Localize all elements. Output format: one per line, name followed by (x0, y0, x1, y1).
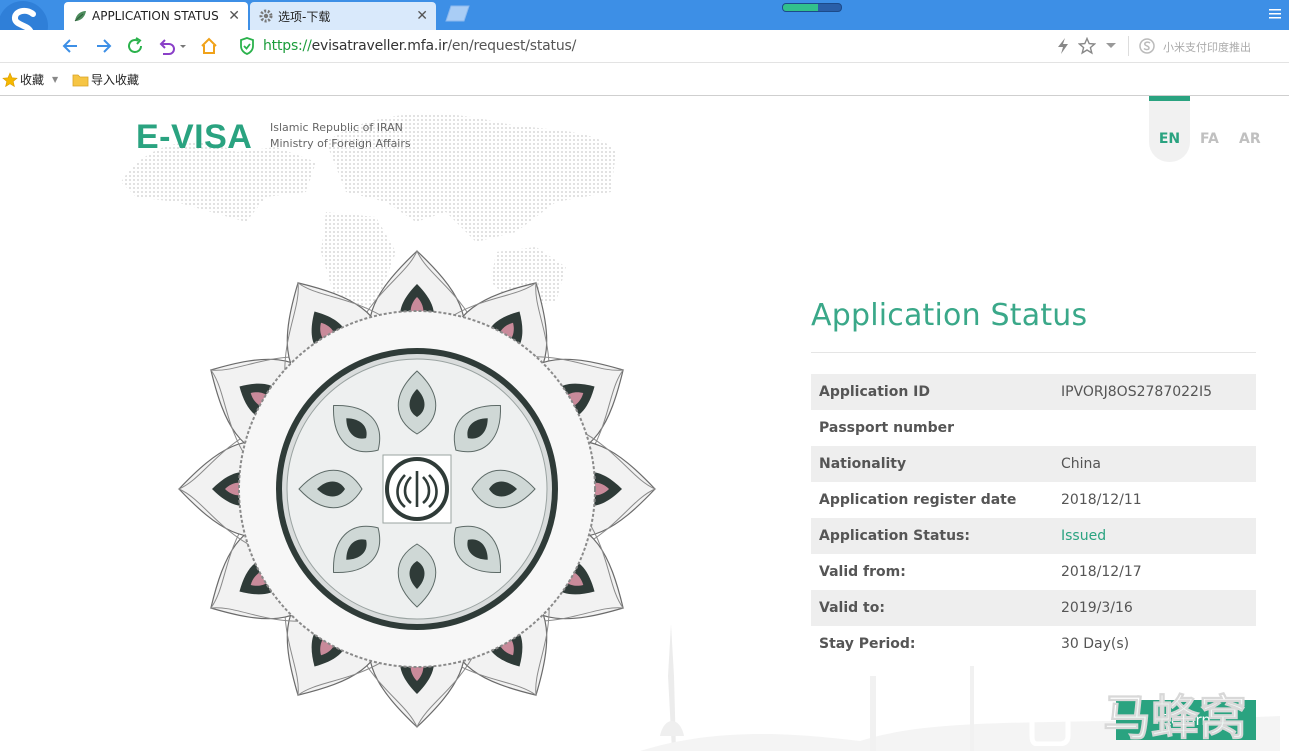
table-row: Passport number (811, 410, 1256, 446)
row-label: Application register date (819, 492, 1017, 508)
lang-fa[interactable]: FA (1200, 131, 1219, 147)
row-label: Valid from: (819, 564, 906, 580)
undo-close-tab-icon[interactable] (157, 36, 187, 56)
back-icon[interactable] (61, 36, 81, 56)
row-label: Valid to: (819, 600, 885, 616)
table-row: Nationality China (811, 446, 1256, 482)
table-row: Application register date 2018/12/11 (811, 482, 1256, 518)
star-bookmark-icon[interactable] (1078, 37, 1096, 55)
loading-indicator (782, 3, 842, 12)
svg-text:马蜂窝: 马蜂窝 (1103, 690, 1247, 746)
watermark-logo: 马蜂窝 (1029, 685, 1247, 746)
row-label: Passport number (819, 420, 955, 436)
bookmarks-bar: 收藏 ▼ 导入收藏 (0, 63, 1289, 96)
leaf-favicon-icon (74, 11, 86, 22)
bookmark-import[interactable]: 导入收藏 (72, 71, 139, 88)
row-label: Application Status: (819, 528, 970, 544)
table-row: Application ID IPVORJ8OS2787022I5 (811, 374, 1256, 410)
persian-medallion-ornament (178, 249, 656, 728)
row-value: 2018/12/11 (1061, 492, 1142, 508)
address-bar: https://evisatraveller.mfa.ir/en/request… (0, 30, 1289, 63)
close-tab-icon[interactable]: ✕ (416, 8, 428, 24)
row-label: Application ID (819, 384, 931, 400)
status-badge: Issued (1061, 528, 1107, 544)
url-text[interactable]: https://evisatraveller.mfa.ir/en/request… (263, 38, 576, 54)
row-value: 2019/3/16 (1061, 600, 1133, 616)
row-value: 2018/12/17 (1061, 564, 1142, 580)
evisa-logo[interactable]: E-VISA (136, 118, 252, 157)
row-value: China (1061, 456, 1101, 472)
refresh-icon[interactable] (125, 36, 145, 56)
row-value: IPVORJ8OS2787022I5 (1061, 384, 1212, 400)
tab-application-status[interactable]: APPLICATION STATUS ✕ (64, 2, 248, 30)
tab-label: 选项-下载 (278, 9, 331, 24)
bookmark-favorites[interactable]: 收藏 ▼ (2, 71, 58, 88)
divider (811, 352, 1256, 353)
chevron-down-icon[interactable] (1105, 42, 1117, 50)
table-row: Valid from: 2018/12/17 (811, 554, 1256, 590)
forward-icon[interactable] (93, 36, 113, 56)
home-icon[interactable] (199, 36, 219, 56)
gear-icon (259, 9, 273, 23)
browser-tab-bar: APPLICATION STATUS ✕ 选项-下载 ✕ (0, 0, 1289, 30)
page-content: E-VISA Islamic Republic of IRAN Ministry… (0, 96, 1289, 751)
divider (1128, 36, 1129, 56)
page-title: Application Status (811, 298, 1088, 333)
row-label: Nationality (819, 456, 907, 472)
lang-en[interactable]: EN (1149, 96, 1190, 162)
star-icon (2, 71, 18, 87)
sogou-search-icon[interactable] (1138, 37, 1156, 55)
chevron-down-icon: ▼ (52, 75, 59, 84)
logo-subtitle: Islamic Republic of IRAN Ministry of For… (270, 121, 411, 150)
tab-options-download[interactable]: 选项-下载 ✕ (250, 2, 436, 30)
lang-ar[interactable]: AR (1239, 131, 1261, 147)
close-tab-icon[interactable]: ✕ (228, 8, 240, 24)
tab-label: APPLICATION STATUS (92, 9, 219, 23)
lightning-icon[interactable] (1055, 37, 1071, 55)
folder-icon (72, 74, 89, 86)
new-tab-button[interactable] (444, 5, 470, 22)
promo-text[interactable]: 小米支付印度推出 (1163, 39, 1251, 55)
menu-icon[interactable] (1268, 8, 1282, 20)
table-row: Application Status: Issued (811, 518, 1256, 554)
secure-shield-icon[interactable] (239, 36, 255, 56)
